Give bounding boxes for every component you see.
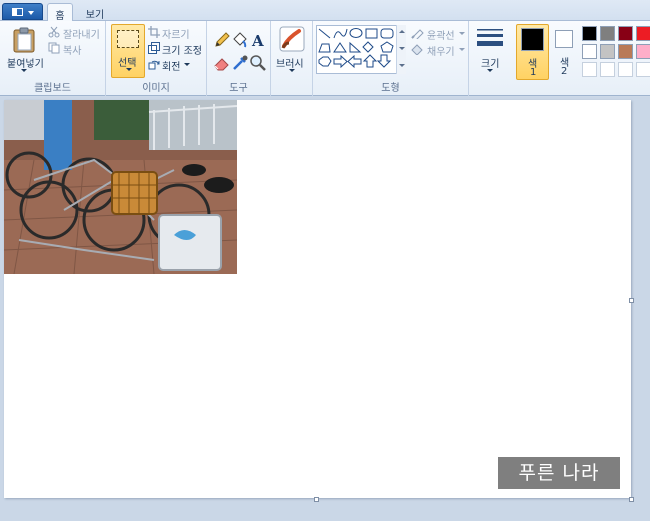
text-icon[interactable]: A [249,31,267,49]
rotate-icon [148,60,160,70]
rotate-label: 회전 [162,62,181,73]
selection-rectangle-icon [117,30,139,48]
chevron-down-icon [126,68,132,71]
palette-color-swatch[interactable] [600,44,615,59]
color2-swatch [555,30,573,48]
brushes-label: 브러시 [276,59,304,70]
color1-swatch [521,28,544,51]
bicycle-photo [4,100,237,274]
palette-color-swatch[interactable] [636,44,650,59]
brush-icon [279,26,305,52]
gallery-expand-icon [399,64,405,67]
tab-home[interactable]: 홈 [47,3,73,22]
shapes-gallery-icons [318,28,394,69]
shapes-gallery[interactable] [316,25,406,74]
color2-number: 2 [561,66,568,77]
canvas-area: 푸른 나라 [0,97,650,521]
image-group-label: 이미지 [142,83,170,94]
watermark-text: 푸른 나라 [498,457,620,489]
eraser-icon[interactable] [213,54,231,72]
size-button[interactable]: 크기 [473,24,507,80]
magnifier-icon[interactable] [249,54,267,72]
paint-menu-icon [12,8,23,16]
fill-label: 채우기 [427,47,455,58]
palette-color-swatch[interactable] [618,44,633,59]
bicycle-photo-image [4,100,237,274]
ribbon-tab-bar: 홈 보기 [0,0,650,22]
scroll-down-icon [399,47,405,50]
svg-text:A: A [251,32,264,49]
resize-label: 크기 조정 [162,46,202,57]
size-label: 크기 [481,59,500,70]
ribbon: 붙여넣기 잘라내기 복사 클립보드 이미지 선택 자르기 크기 조정 회전 도구… [0,21,650,96]
copy-label: 복사 [63,46,82,57]
clipboard-group-label: 클립보드 [34,83,71,94]
resize-icon [148,42,160,54]
cut-button[interactable]: 잘라내기 [46,25,104,41]
canvas-resize-handle-bottom[interactable] [314,497,319,502]
clipboard-group: 붙여넣기 잘라내기 복사 클립보드 [0,21,106,96]
crop-icon [148,26,160,38]
canvas-resize-handle-right[interactable] [629,298,634,303]
paint-menu-button[interactable] [2,3,43,20]
palette-color-swatch[interactable] [636,26,650,41]
outline-button[interactable]: 윤곽선 [411,26,467,42]
line-size-icon [477,29,503,46]
rotate-button[interactable]: 회전 [148,57,206,73]
select-label: 선택 [118,58,137,69]
pencil-icon[interactable] [213,31,231,49]
palette-color-swatch[interactable] [600,26,615,41]
chevron-down-icon [28,11,34,15]
resize-button[interactable]: 크기 조정 [148,41,206,57]
palette-color-swatch[interactable] [618,26,633,41]
outline-label: 윤곽선 [427,31,455,42]
scissors-icon [48,26,60,38]
palette-color-swatch[interactable] [582,62,597,77]
chevron-down-icon [21,69,27,72]
drawing-canvas[interactable]: 푸른 나라 [4,100,631,498]
chevron-down-icon [459,32,465,35]
color-picker-icon[interactable] [231,54,249,72]
color1-button[interactable]: 색 1 [516,24,549,80]
fill-button[interactable]: 채우기 [411,42,467,58]
canvas-resize-handle-corner[interactable] [629,497,634,502]
fill-icon [411,44,423,55]
outline-icon [411,29,424,39]
tab-view[interactable]: 보기 [80,3,110,21]
tools-group-label: 도구 [229,83,248,94]
paste-label: 붙여넣기 [7,59,44,70]
palette-color-swatch[interactable] [582,26,597,41]
color2-button[interactable]: 색 2 [552,24,577,80]
shapes-group-label: 도형 [381,83,400,94]
paste-button[interactable]: 붙여넣기 [4,24,44,74]
cut-label: 잘라내기 [63,30,100,41]
chevron-down-icon [289,69,295,72]
brushes-button[interactable]: 브러시 [275,24,309,80]
select-button[interactable]: 선택 [111,24,145,78]
palette-color-swatch[interactable] [636,62,650,77]
scroll-up-icon [399,30,405,33]
copy-button[interactable]: 복사 [46,41,104,57]
clipboard-icon [13,27,35,53]
chevron-down-icon [487,69,493,72]
crop-button[interactable]: 자르기 [148,25,206,41]
copy-icon [48,42,60,54]
chevron-down-icon [184,63,190,66]
paint-bucket-icon[interactable] [231,31,249,49]
chevron-down-icon [459,48,465,51]
palette-color-swatch[interactable] [582,44,597,59]
palette-color-swatch[interactable] [600,62,615,77]
palette-color-swatch[interactable] [618,62,633,77]
shapes-gallery-scroll[interactable] [396,25,406,74]
crop-label: 자르기 [162,30,190,41]
color1-number: 1 [530,67,537,78]
